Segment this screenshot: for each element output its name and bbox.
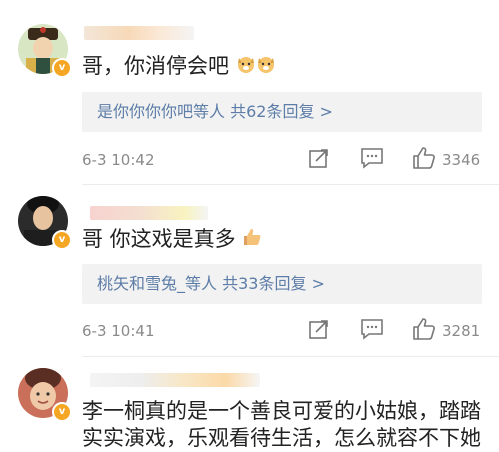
comment-date: 6-3 10:41 <box>82 322 155 340</box>
comment-text-line-1: 李一桐真的是一个善良可爱的小姑娘，踏踏 <box>82 399 481 423</box>
username-blurred[interactable] <box>90 206 208 220</box>
username-blurred[interactable] <box>90 373 260 387</box>
dog-emoji-icon <box>256 53 276 81</box>
verified-badge: v <box>52 230 72 250</box>
comment-text: 哥，你消停会吧 <box>82 52 276 81</box>
comment-icon[interactable] <box>360 318 384 344</box>
thumbs-up-icon[interactable] <box>412 146 436 174</box>
share-icon[interactable] <box>308 318 330 344</box>
divider <box>82 184 499 185</box>
reply-summary-link[interactable]: 桃矢和雪兔_等人 共33条回复 > <box>97 264 325 304</box>
reply-summary[interactable]: 桃矢和雪兔_等人 共33条回复 > <box>82 264 482 304</box>
username-blurred[interactable] <box>84 26 194 40</box>
reply-summary[interactable]: 是你你你你吧等人 共62条回复 > <box>82 92 482 132</box>
verified-badge: v <box>52 402 72 422</box>
comment-text: 哥 你这戏是真多 <box>82 225 262 254</box>
comment-date: 6-3 10:42 <box>82 151 155 169</box>
comment-icon[interactable] <box>360 147 384 173</box>
thumbs-up-icon[interactable] <box>412 317 436 345</box>
verified-badge: v <box>52 58 72 78</box>
divider <box>82 356 499 357</box>
share-icon[interactable] <box>308 147 330 173</box>
dog-emoji-icon <box>236 53 256 81</box>
thumbs-up-emoji-icon <box>242 226 262 254</box>
like-count: 3346 <box>442 151 481 169</box>
comment-text-line-2: 实实演戏，乐观看待生活，怎么就容不下她 <box>82 426 481 450</box>
like-count: 3281 <box>442 322 481 340</box>
reply-summary-link[interactable]: 是你你你你吧等人 共62条回复 > <box>97 92 333 132</box>
